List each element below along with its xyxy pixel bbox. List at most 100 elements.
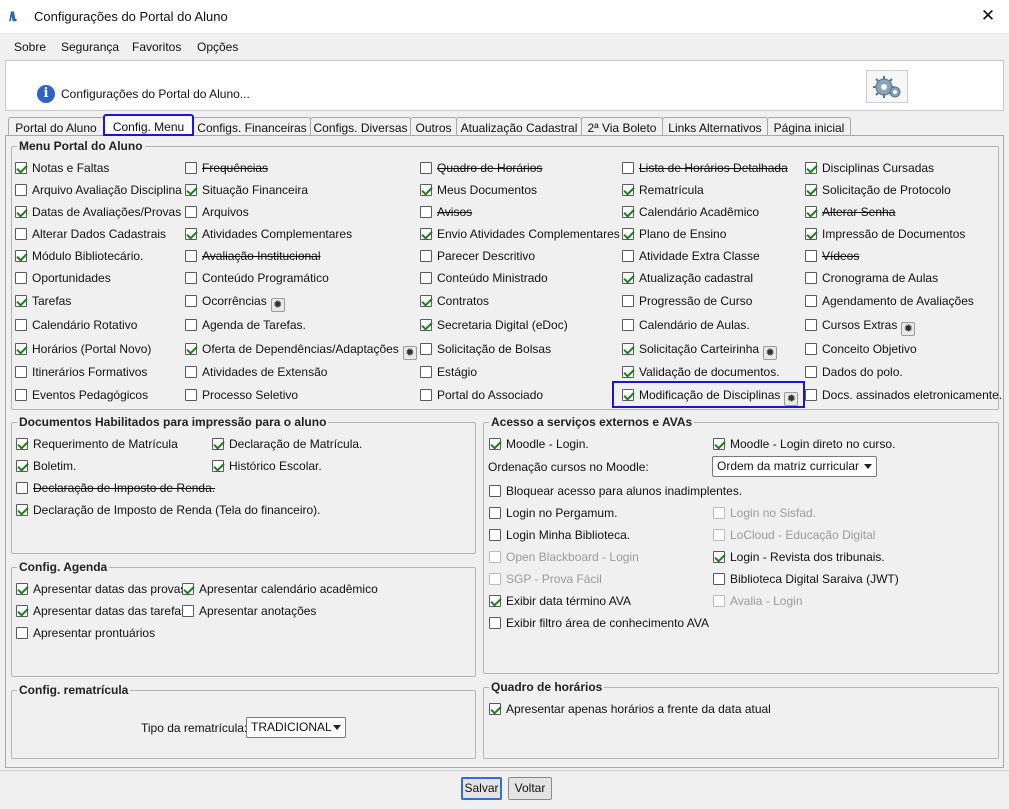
checkbox-alterar-senha[interactable]: Alterar Senha (805, 205, 895, 221)
menu-sobre[interactable]: Sobre (14, 40, 46, 54)
checkbox-empty-icon[interactable] (16, 627, 28, 639)
checkbox-apresentar-calendario-academico[interactable]: Apresentar calendário acadêmico (182, 582, 378, 598)
checkbox-empty-icon[interactable] (622, 295, 634, 307)
checkbox-exibir-data-termino-ava[interactable]: Exibir data término AVA (489, 594, 631, 610)
tab-2-via-boleto[interactable]: 2ª Via Boleto (581, 117, 663, 136)
checkbox-empty-icon[interactable] (185, 389, 197, 401)
checkbox-empty-icon[interactable] (420, 343, 432, 355)
checkbox-empty-icon[interactable] (489, 485, 501, 497)
checkbox-empty-icon[interactable] (420, 250, 432, 262)
checkbox-conceito-objetivo[interactable]: Conceito Objetivo (805, 342, 917, 358)
checkbox-checked-icon[interactable] (16, 438, 28, 450)
checkbox-tarefas[interactable]: Tarefas (15, 294, 71, 310)
tab-links-alternativos[interactable]: Links Alternativos (662, 117, 768, 136)
checkbox-empty-icon[interactable] (805, 319, 817, 331)
ordenacao-select[interactable]: Ordem da matriz curricular (712, 456, 877, 477)
checkbox-empty-icon[interactable] (15, 366, 27, 378)
checkbox-agendamento-de-avaliacoes[interactable]: Agendamento de Avaliações (805, 294, 974, 310)
checkbox-checked-icon[interactable] (212, 460, 224, 472)
checkbox-checked-icon[interactable] (622, 366, 634, 378)
checkbox-checked-icon[interactable] (16, 460, 28, 472)
checkbox-checked-icon[interactable] (420, 295, 432, 307)
tab-pagina-inicial[interactable]: Página inicial (767, 117, 851, 136)
checkbox-oportunidades[interactable]: Oportunidades (15, 271, 111, 287)
checkbox-parecer-descritivo[interactable]: Parecer Descritivo (420, 249, 535, 265)
checkbox-empty-icon[interactable] (805, 272, 817, 284)
checkbox-empty-icon[interactable] (185, 319, 197, 331)
checkbox-empty-icon[interactable] (805, 343, 817, 355)
checkbox-empty-icon[interactable] (420, 206, 432, 218)
checkbox-checked-icon[interactable] (15, 206, 27, 218)
checkbox-avisos[interactable]: Avisos (420, 205, 472, 221)
checkbox-apresentar-prontuarios[interactable]: Apresentar prontuários (16, 626, 155, 642)
checkbox-situacao-financeira[interactable]: Situação Financeira (185, 183, 308, 199)
checkbox-checked-icon[interactable] (805, 228, 817, 240)
checkbox-empty-icon[interactable] (185, 295, 197, 307)
checkbox-empty-icon[interactable] (622, 162, 634, 174)
checkbox-contratos[interactable]: Contratos (420, 294, 489, 310)
checkbox-solicitacao-carteirinha[interactable]: Solicitação Carteirinha ✹ (622, 342, 778, 360)
checkbox-empty-icon[interactable] (182, 605, 194, 617)
checkbox-exibir-filtro-area-de-conhecimento-ava[interactable]: Exibir filtro área de conhecimento AVA (489, 616, 709, 632)
checkbox-checked-icon[interactable] (15, 162, 27, 174)
checkbox-oferta-de-dependencias-adaptacoes[interactable]: Oferta de Dependências/Adaptações ✹ (185, 342, 417, 360)
checkbox-empty-icon[interactable] (15, 272, 27, 284)
checkbox-checked-icon[interactable] (622, 389, 634, 401)
checkbox-videos[interactable]: Vídeos (805, 249, 859, 265)
menu-seguranca[interactable]: Segurança (61, 40, 119, 54)
checkbox-empty-icon[interactable] (420, 389, 432, 401)
checkbox-checked-icon[interactable] (713, 551, 725, 563)
checkbox-checked-icon[interactable] (16, 583, 28, 595)
checkbox-estagio[interactable]: Estágio (420, 365, 477, 381)
checkbox-empty-icon[interactable] (622, 319, 634, 331)
checkbox-progressao-de-curso[interactable]: Progressão de Curso (622, 294, 752, 310)
checkbox-disciplinas-cursadas[interactable]: Disciplinas Cursadas (805, 161, 934, 177)
checkbox-alterar-dados-cadastrais[interactable]: Alterar Dados Cadastrais (15, 227, 166, 243)
checkbox-quadro-de-horarios[interactable]: Quadro de Horários (420, 161, 542, 177)
checkbox-declaracao-de-matricula[interactable]: Declaração de Matrícula. (212, 437, 362, 453)
checkbox-login-no-pergamum[interactable]: Login no Pergamum. (489, 506, 617, 522)
checkbox-empty-icon[interactable] (489, 507, 501, 519)
checkbox-apresentar-datas-das-tarefas[interactable]: Apresentar datas das tarefas (16, 604, 187, 620)
checkbox-modificacao-de-disciplinas[interactable]: Modificação de Disciplinas ✹ (622, 388, 799, 406)
checkbox-datas-de-avaliacoes-provas[interactable]: Datas de Avaliações/Provas (15, 205, 181, 221)
tab-outros[interactable]: Outros (410, 117, 457, 136)
checkbox-portal-do-associado[interactable]: Portal do Associado (420, 388, 543, 404)
checkbox-conteudo-programatico[interactable]: Conteúdo Programático (185, 271, 329, 287)
checkbox-cronograma-de-aulas[interactable]: Cronograma de Aulas (805, 271, 938, 287)
tab-config-menu[interactable]: Config. Menu (103, 114, 194, 136)
checkbox-empty-icon[interactable] (713, 507, 725, 519)
checkbox-arquivo-avaliacao-disciplina[interactable]: Arquivo Avaliação Disciplina (15, 183, 182, 199)
checkbox-empty-icon[interactable] (489, 529, 501, 541)
gear-icon[interactable]: ✹ (270, 298, 285, 312)
checkbox-eventos-pedagogicos[interactable]: Eventos Pedagógicos (15, 388, 148, 404)
back-button[interactable]: Voltar (508, 777, 552, 800)
checkbox-empty-icon[interactable] (805, 366, 817, 378)
checkbox-empty-icon[interactable] (15, 184, 27, 196)
checkbox-checked-icon[interactable] (420, 184, 432, 196)
checkbox-moodle-login-direto-no-curso[interactable]: Moodle - Login direto no curso. (713, 437, 895, 453)
checkbox-empty-icon[interactable] (713, 573, 725, 585)
checkbox-agenda-de-tarefas[interactable]: Agenda de Tarefas. (185, 318, 306, 334)
checkbox-empty-icon[interactable] (805, 295, 817, 307)
gear-icon[interactable]: ✹ (763, 346, 778, 360)
checkbox-empty-icon[interactable] (15, 389, 27, 401)
checkbox-empty-icon[interactable] (185, 162, 197, 174)
checkbox-secretaria-digital-edoc[interactable]: Secretaria Digital (eDoc) (420, 318, 568, 334)
checkbox-checked-icon[interactable] (185, 184, 197, 196)
checkbox-empty-icon[interactable] (713, 529, 725, 541)
checkbox-checked-icon[interactable] (805, 162, 817, 174)
checkbox-empty-icon[interactable] (185, 250, 197, 262)
checkbox-checked-icon[interactable] (622, 343, 634, 355)
checkbox-itinerarios-formativos[interactable]: Itinerários Formativos (15, 365, 147, 381)
checkbox-empty-icon[interactable] (185, 272, 197, 284)
checkbox-checked-icon[interactable] (15, 295, 27, 307)
checkbox-arquivos[interactable]: Arquivos (185, 205, 249, 221)
checkbox-calendario-academico[interactable]: Calendário Acadêmico (622, 205, 759, 221)
checkbox-impressao-de-documentos[interactable]: Impressão de Documentos (805, 227, 965, 243)
checkbox-checked-icon[interactable] (713, 438, 725, 450)
checkbox-processo-seletivo[interactable]: Processo Seletivo (185, 388, 298, 404)
checkbox-dados-do-polo[interactable]: Dados do polo. (805, 365, 903, 381)
checkbox-conteudo-ministrado[interactable]: Conteúdo Ministrado (420, 271, 548, 287)
checkbox-lista-de-horarios-detalhada[interactable]: Lista de Horários Detalhada (622, 161, 788, 177)
